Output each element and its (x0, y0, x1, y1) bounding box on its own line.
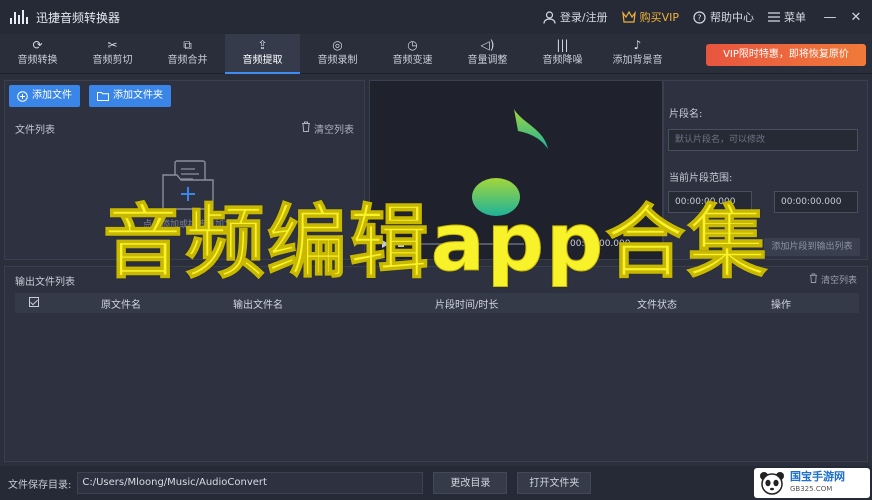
site-watermark: 国宝手游网 GB325.COM (754, 468, 870, 498)
select-all-checkbox[interactable] (29, 297, 39, 307)
tab-volume-adjust[interactable]: ◁) 音量调整 (450, 34, 525, 74)
help-center-button[interactable]: ? 帮助中心 (693, 9, 754, 25)
help-icon: ? (693, 10, 706, 24)
extract-icon: ⇪ (257, 38, 268, 52)
svg-text:?: ? (697, 13, 701, 22)
app-title: 迅捷音频转换器 (36, 10, 121, 25)
tab-add-background-music[interactable]: ♪ 添加背景音 (600, 34, 675, 74)
folder-icon (97, 92, 109, 101)
music-note-icon: ♪ (633, 38, 642, 52)
tab-audio-merge[interactable]: ⧉ 音频合并 (150, 34, 225, 74)
tab-audio-extract[interactable]: ⇪ 音频提取 (225, 34, 300, 74)
segment-range-label: 当前片段范围: (669, 173, 733, 184)
speed-icon: ◷ (407, 38, 418, 52)
tab-audio-convert[interactable]: ⟳ 音频转换 (0, 34, 75, 74)
panda-logo-icon (760, 472, 784, 495)
tab-audio-cut[interactable]: ✂ 音频剪切 (75, 34, 150, 74)
plus-circle-icon (17, 90, 28, 102)
bottom-bar: 文件保存目录: C:/Users/Mloong/Music/AudioConve… (0, 466, 872, 500)
save-directory-label: 文件保存目录: (8, 479, 72, 491)
user-icon (543, 10, 556, 24)
segment-name-label: 片段名: (669, 109, 703, 120)
tab-audio-denoise[interactable]: ||| 音频降噪 (525, 34, 600, 74)
microphone-icon: ◎ (332, 38, 343, 52)
change-directory-button[interactable]: 更改目录 (433, 472, 508, 494)
menu-button[interactable]: 菜单 (768, 9, 806, 25)
login-button[interactable]: 登录/注册 (543, 9, 608, 25)
add-file-button[interactable]: 添加文件 (9, 85, 80, 107)
refresh-icon: ⟳ (32, 38, 43, 52)
buy-vip-button[interactable]: 购买VIP (621, 9, 679, 25)
minimize-button[interactable]: — (820, 10, 840, 25)
overlay-caption: 音频编辑app合集 (102, 196, 770, 290)
add-folder-button[interactable]: 添加文件夹 (89, 85, 171, 107)
watermark-text: 国宝手游网 GB325.COM (790, 470, 845, 493)
segment-name-input[interactable]: 默认片段名，可以修改 (668, 129, 858, 151)
trash-icon (302, 121, 310, 132)
save-directory-input[interactable]: C:/Users/Mloong/Music/AudioConvert (77, 472, 424, 494)
tab-audio-record[interactable]: ◎ 音频录制 (300, 34, 375, 74)
vip-promo-banner[interactable]: VIP限时特惠，即将恢复原价 (706, 44, 866, 66)
clear-file-list-button[interactable]: 清空列表 (301, 121, 354, 136)
vip-crown-icon (621, 11, 636, 23)
title-bar: 迅捷音频转换器 登录/注册 购买VIP ? 帮助中心 菜单 — ✕ (0, 0, 872, 34)
tab-audio-speed[interactable]: ◷ 音频变速 (375, 34, 450, 74)
volume-icon: ◁) (480, 38, 495, 52)
app-logo-icon (10, 10, 28, 24)
menu-icon (768, 12, 780, 22)
open-folder-button[interactable]: 打开文件夹 (517, 472, 592, 494)
merge-icon: ⧉ (183, 38, 192, 52)
scissors-icon: ✂ (107, 38, 118, 52)
close-button[interactable]: ✕ (846, 10, 866, 25)
denoise-icon: ||| (556, 38, 569, 52)
file-list-label: 文件列表 (15, 125, 55, 136)
